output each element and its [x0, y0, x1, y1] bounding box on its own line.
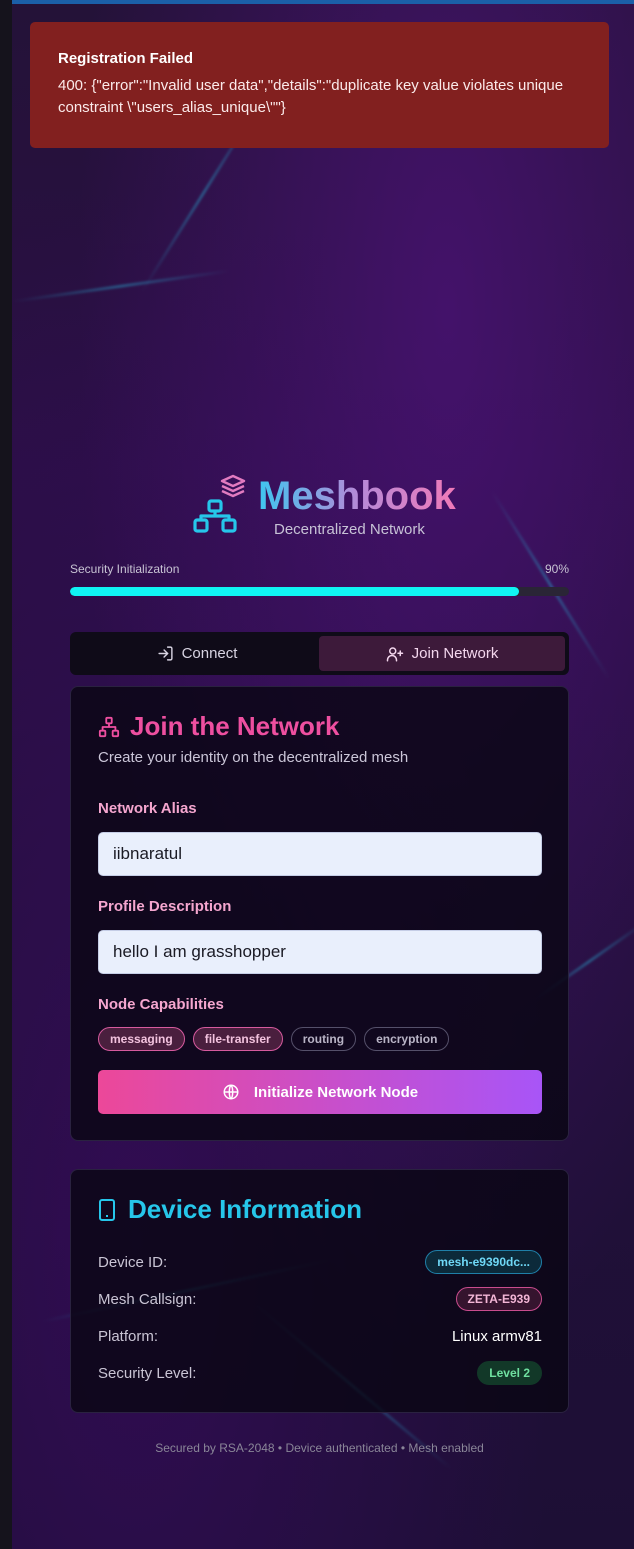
- footer-security-note: Secured by RSA-2048 • Device authenticat…: [155, 1441, 484, 1455]
- mesh-callsign-label: Mesh Callsign:: [98, 1290, 197, 1308]
- brand-header: Meshbook Decentralized Network: [192, 472, 472, 542]
- tab-connect-label: Connect: [181, 645, 238, 662]
- smartphone-icon: [99, 1198, 115, 1221]
- capability-chip-routing[interactable]: routing: [290, 1027, 357, 1051]
- mesh-callsign-row: Mesh Callsign: ZETA-E939: [98, 1286, 542, 1312]
- security-level-row: Security Level: Level 2: [98, 1360, 542, 1386]
- join-network-card: Join the Network Create your identity on…: [70, 686, 569, 1141]
- tab-join-network[interactable]: Join Network: [319, 636, 565, 671]
- device-id-label: Device ID:: [98, 1253, 168, 1271]
- node-capabilities-label: Node Capabilities: [98, 996, 224, 1013]
- registration-error-alert: Registration Failed 400: {"error":"Inval…: [30, 22, 609, 148]
- security-level-badge: Level 2: [477, 1361, 542, 1385]
- app-title: Meshbook: [258, 474, 456, 518]
- platform-row: Platform: Linux armv81: [98, 1323, 542, 1349]
- profile-description-input[interactable]: [98, 930, 542, 974]
- device-id-badge: mesh-e9390dc...: [425, 1250, 542, 1274]
- login-icon: [157, 646, 173, 661]
- alias-input[interactable]: [98, 832, 542, 876]
- alert-message: 400: {"error":"Invalid user data","detai…: [58, 77, 564, 116]
- security-progress-label: Security Initialization: [70, 562, 180, 576]
- platform-label: Platform:: [98, 1327, 159, 1345]
- network-icon: [98, 716, 120, 737]
- network-stack-icon: [193, 474, 246, 533]
- capability-chips: messaging file-transfer routing encrypti…: [98, 1027, 450, 1051]
- security-progress-percent: 90%: [544, 562, 569, 576]
- capability-chip-messaging[interactable]: messaging: [98, 1027, 185, 1051]
- tab-join-network-label: Join Network: [411, 645, 499, 662]
- page-background: Registration Failed 400: {"error":"Inval…: [12, 0, 634, 1549]
- join-card-subtitle: Create your identity on the decentralize…: [98, 749, 409, 766]
- capability-chip-encryption[interactable]: encryption: [364, 1027, 450, 1051]
- window-edge: [0, 0, 12, 1549]
- device-card-heading: Device Information: [98, 1194, 362, 1225]
- platform-value: Linux armv81: [451, 1327, 542, 1345]
- mesh-callsign-badge: ZETA-E939: [455, 1287, 542, 1311]
- alert-title: Registration Failed: [58, 50, 194, 67]
- join-card-heading: Join the Network: [98, 711, 339, 742]
- globe-icon: [223, 1084, 239, 1100]
- profile-description-label: Profile Description: [98, 898, 232, 915]
- security-progress-bar: [70, 587, 569, 596]
- tab-connect[interactable]: Connect: [74, 636, 320, 671]
- user-plus-icon: [386, 646, 403, 661]
- bg-network-line: [12, 269, 231, 303]
- device-id-row: Device ID: mesh-e9390dc...: [98, 1249, 542, 1275]
- capability-chip-file-transfer[interactable]: file-transfer: [192, 1027, 283, 1051]
- join-card-title: Join the Network: [130, 711, 340, 741]
- auth-tabs: Connect Join Network: [70, 632, 569, 675]
- app-tagline: Decentralized Network: [274, 521, 425, 538]
- initialize-node-label: Initialize Network Node: [253, 1083, 419, 1101]
- device-card-title: Device Information: [128, 1194, 363, 1224]
- security-level-label: Security Level:: [98, 1364, 197, 1382]
- security-progress-fill: [70, 587, 520, 596]
- top-accent-bar: [12, 0, 634, 4]
- device-info-card: Device Information Device ID: mesh-e9390…: [70, 1169, 569, 1413]
- alias-label: Network Alias: [98, 800, 197, 817]
- initialize-node-button[interactable]: Initialize Network Node: [98, 1070, 542, 1114]
